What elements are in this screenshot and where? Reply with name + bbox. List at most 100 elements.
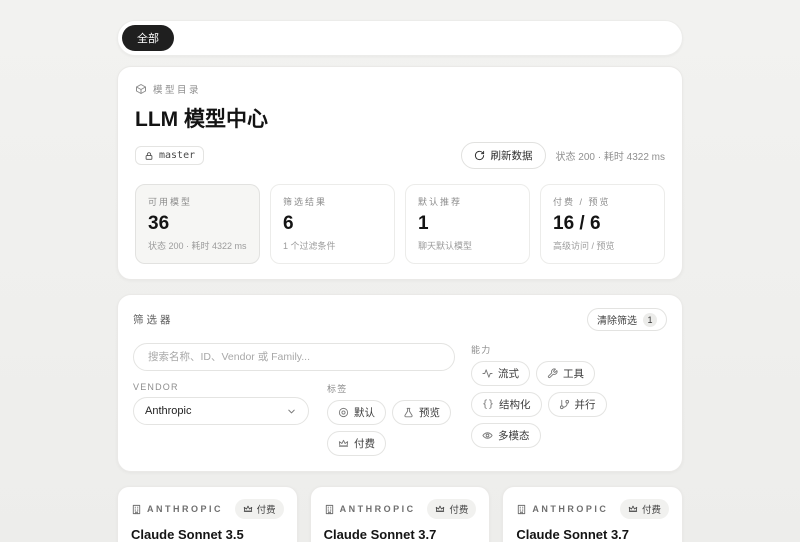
vendor-group: VENDOR Anthropic: [133, 382, 309, 425]
filter-groups-row: VENDOR Anthropic 标签 默认: [133, 382, 455, 456]
stat-card-filtered: 筛选结果 6 1 个过滤条件: [270, 184, 395, 264]
capability-chip-label: 工具: [563, 366, 584, 381]
stat-value: 6: [283, 213, 382, 235]
stat-value: 16 / 6: [553, 213, 652, 235]
header-meta-row: master 刷新数据 状态 200 · 耗时 4322 ms: [135, 142, 665, 169]
stat-sub: 高级访问 / 预览: [553, 239, 652, 252]
capability-chip-label: 并行: [575, 397, 596, 412]
wrench-icon: [547, 368, 558, 379]
filter-count-badge: 1: [643, 313, 657, 327]
model-card-claude-sonnet-3-7[interactable]: ANTHROPIC 付费 Claude Sonnet 3.7 展示分类 : ve…: [310, 486, 491, 542]
stats-row: 可用模型 36 状态 200 · 耗时 4322 ms 筛选结果 6 1 个过滤…: [135, 184, 665, 264]
vendor-label: VENDOR: [133, 382, 309, 392]
capability-chip-parallel[interactable]: 并行: [548, 392, 607, 417]
refresh-icon: [474, 150, 485, 161]
tag-chip-label: 预览: [419, 405, 440, 420]
page-content: 全部 模型目录 LLM 模型中心 master 刷新数据 状态 200 · 耗时…: [117, 20, 683, 542]
tab-all[interactable]: 全部: [122, 25, 174, 51]
filter-title: 筛选器: [133, 312, 174, 327]
filter-body: VENDOR Anthropic 标签 默认: [133, 343, 667, 456]
model-card-claude-sonnet-3-5[interactable]: ANTHROPIC 付费 Claude Sonnet 3.5 展示分类 : ve…: [117, 486, 298, 542]
stat-label: 筛选结果: [283, 195, 382, 208]
model-card-header: ANTHROPIC 付费: [324, 499, 477, 519]
vendor-select[interactable]: Anthropic: [133, 397, 309, 425]
crown-icon: [628, 504, 638, 514]
wave-icon: [482, 368, 493, 379]
chevron-down-icon: [286, 406, 297, 417]
eyebrow-label: 模型目录: [153, 82, 201, 96]
capability-chip-streaming[interactable]: 流式: [471, 361, 530, 386]
stat-value: 1: [418, 213, 517, 235]
model-title: Claude Sonnet 3.5: [131, 527, 284, 542]
eye-icon: [482, 430, 493, 441]
model-card-grid: ANTHROPIC 付费 Claude Sonnet 3.5 展示分类 : ve…: [117, 486, 683, 542]
capability-chip-tools[interactable]: 工具: [536, 361, 595, 386]
tag-chip-default[interactable]: 默认: [327, 400, 386, 425]
stat-value: 36: [148, 213, 247, 235]
target-icon: [338, 407, 349, 418]
paid-badge-label: 付费: [257, 502, 276, 516]
building-icon: [516, 504, 527, 515]
stat-card-default: 默认推荐 1 聊天默认模型: [405, 184, 530, 264]
model-card-header: ANTHROPIC 付费: [131, 499, 284, 519]
capability-chips: 流式 工具 {} 结构化 并行: [471, 361, 667, 448]
capability-label: 能力: [471, 343, 667, 356]
breadcrumb: 模型目录: [135, 82, 665, 96]
stat-card-paid-preview: 付费 / 预览 16 / 6 高级访问 / 预览: [540, 184, 665, 264]
filter-header: 筛选器 清除筛选 1: [133, 308, 667, 331]
model-card-header: ANTHROPIC 付费: [516, 499, 669, 519]
stat-label: 可用模型: [148, 195, 247, 208]
crown-icon: [338, 438, 349, 449]
status-text: 状态 200 · 耗时 4322 ms: [556, 148, 665, 163]
capability-chip-multimodal[interactable]: 多模态: [471, 423, 541, 448]
filter-card: 筛选器 清除筛选 1 VENDOR Anthropic: [117, 294, 683, 472]
paid-badge: 付费: [620, 499, 669, 519]
capability-chip-label: 多模态: [498, 428, 530, 443]
tags-group: 标签 默认 预览 付费: [327, 382, 455, 456]
tags-label: 标签: [327, 382, 455, 395]
page-title: LLM 模型中心: [135, 103, 665, 133]
tag-chip-paid[interactable]: 付费: [327, 431, 386, 456]
model-title: Claude Sonnet 3.7 Thinking: [516, 527, 669, 542]
capability-chip-label: 结构化: [499, 397, 531, 412]
crown-icon: [435, 504, 445, 514]
header-actions: 刷新数据 状态 200 · 耗时 4322 ms: [461, 142, 665, 169]
building-icon: [131, 504, 142, 515]
lock-icon: [144, 151, 154, 161]
branch-label: master: [159, 150, 195, 161]
refresh-button[interactable]: 刷新数据: [461, 142, 546, 169]
crown-icon: [243, 504, 253, 514]
paid-badge: 付费: [427, 499, 476, 519]
paid-badge-label: 付费: [449, 502, 468, 516]
refresh-label: 刷新数据: [491, 148, 533, 163]
model-title: Claude Sonnet 3.7: [324, 527, 477, 542]
branch-badge: master: [135, 146, 204, 165]
tag-chip-label: 默认: [354, 405, 375, 420]
model-card-claude-sonnet-3-7-thinking[interactable]: ANTHROPIC 付费 Claude Sonnet 3.7 Thinking …: [502, 486, 683, 542]
stat-label: 默认推荐: [418, 195, 517, 208]
vendor-row: ANTHROPIC: [131, 504, 223, 515]
stat-label: 付费 / 预览: [553, 195, 652, 208]
top-tab-bar: 全部: [117, 20, 683, 56]
stat-sub: 状态 200 · 耗时 4322 ms: [148, 239, 247, 252]
capability-chip-label: 流式: [498, 366, 519, 381]
search-input[interactable]: [133, 343, 455, 371]
vendor-row: ANTHROPIC: [516, 504, 608, 515]
stat-sub: 聊天默认模型: [418, 239, 517, 252]
header-card: 模型目录 LLM 模型中心 master 刷新数据 状态 200 · 耗时 43…: [117, 66, 683, 280]
clear-filters-label: 清除筛选: [597, 312, 637, 327]
catalog-icon: [135, 83, 147, 95]
stat-sub: 1 个过滤条件: [283, 239, 382, 252]
clear-filters-button[interactable]: 清除筛选 1: [587, 308, 667, 331]
vendor-row: ANTHROPIC: [324, 504, 416, 515]
capability-chip-structured[interactable]: {} 结构化: [471, 392, 542, 417]
tag-chips: 默认 预览 付费: [327, 400, 455, 456]
paid-badge-label: 付费: [642, 502, 661, 516]
vendor-name: ANTHROPIC: [147, 504, 223, 514]
stat-card-available: 可用模型 36 状态 200 · 耗时 4322 ms: [135, 184, 260, 264]
building-icon: [324, 504, 335, 515]
braces-icon: {}: [482, 399, 494, 410]
tag-chip-preview[interactable]: 预览: [392, 400, 451, 425]
paid-badge: 付费: [235, 499, 284, 519]
branch-icon: [559, 399, 570, 410]
